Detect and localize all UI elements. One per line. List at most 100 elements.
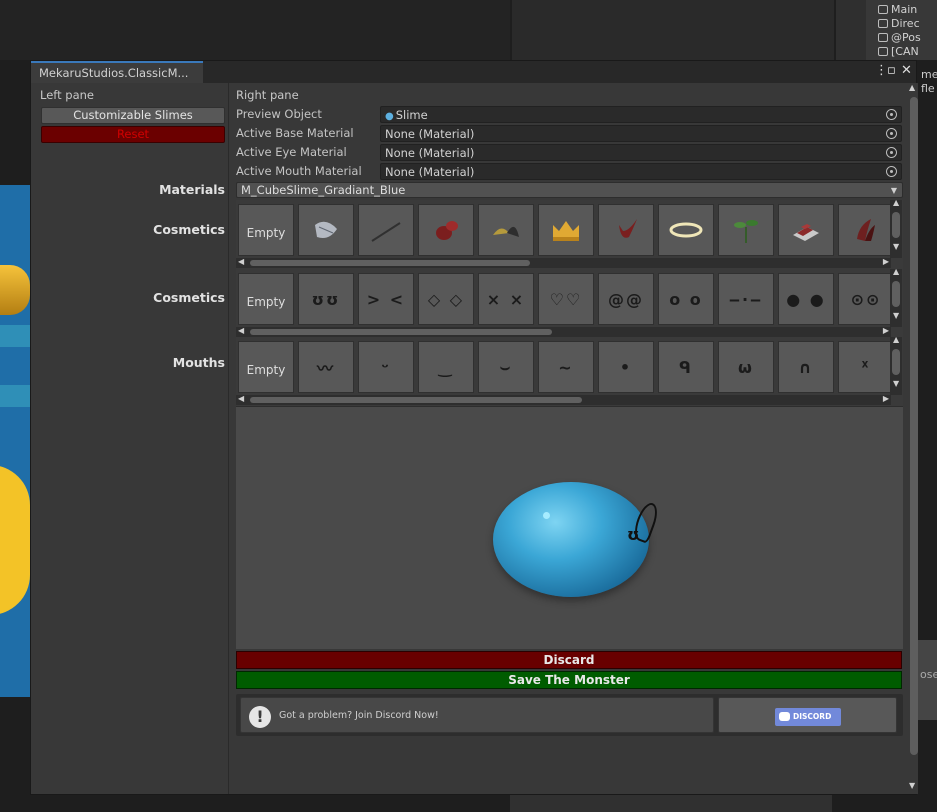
gameobject-icon [878,5,888,14]
hat-box-icon[interactable] [778,204,834,256]
gameobject-icon [878,33,888,42]
discord-logo: DISCORD [775,708,841,726]
base-material-row: Active Base Material None (Material) [236,125,903,142]
scroll-down-icon[interactable]: ▼ [893,379,899,388]
eye-cell[interactable]: ◇ ◇ [418,273,474,325]
mouth-cell[interactable]: ~ [538,341,594,393]
crown-icon[interactable] [538,204,594,256]
horn-icon[interactable] [598,204,654,256]
save-the-monster-button[interactable]: Save The Monster [236,671,902,689]
discord-button[interactable]: DISCORD [718,697,897,733]
scroll-up-icon[interactable]: ▲ [893,337,899,344]
boxing-glove-icon[interactable] [418,204,474,256]
eye-cell[interactable]: ♡♡ [538,273,594,325]
maximize-icon[interactable]: ▫ [887,63,896,78]
scroll-left-icon[interactable]: ◀ [238,394,244,403]
scroll-up-icon[interactable]: ▲ [893,200,899,207]
scroll-thumb[interactable] [892,212,900,238]
hierarchy-item[interactable]: Main [878,3,917,16]
slime-preview[interactable]: ʊ [236,406,903,649]
eyes-grid: Empty ʊʊ > < ◇ ◇ × × ♡♡ @@ o o ‒·‒ ● ● ⊙… [236,269,903,339]
scroll-thumb[interactable] [892,281,900,307]
scroll-thumb[interactable] [892,349,900,375]
editor-window: MekaruStudios.ClassicM... ⋮ ▫ ✕ Left pan… [30,60,918,795]
eye-cell[interactable]: o o [658,273,714,325]
reset-button[interactable]: Reset [41,126,225,143]
close-icon[interactable]: ✕ [901,63,912,78]
eye-cell[interactable]: ʊʊ [298,273,354,325]
horns-icon[interactable] [478,204,534,256]
editor-panel-c [836,0,866,60]
object-picker-icon[interactable] [886,147,897,158]
scroll-thumb[interactable] [250,397,582,403]
scroll-left-icon[interactable]: ◀ [238,326,244,335]
wand-icon[interactable] [358,204,414,256]
scroll-up-icon[interactable]: ▲ [909,83,915,92]
cosmetics-vertical-scrollbar[interactable]: ▲ ▼ [890,200,902,258]
base-material-field[interactable]: None (Material) [380,125,902,142]
eyes-vertical-scrollbar[interactable]: ▲ ▼ [890,269,902,327]
object-picker-icon[interactable] [886,166,897,177]
eye-material-field[interactable]: None (Material) [380,144,902,161]
property-label: Active Base Material [236,126,354,140]
wings-icon[interactable] [838,204,894,256]
eye-cell[interactable]: × × [478,273,534,325]
mouths-horizontal-scrollbar[interactable]: ◀ ▶ [236,394,891,405]
mouths-vertical-scrollbar[interactable]: ▲ ▼ [890,337,902,395]
object-picker-icon[interactable] [886,109,897,120]
umbrella-icon[interactable] [298,204,354,256]
preview-object-field[interactable]: ● Slime [380,106,902,123]
main-vertical-scrollbar[interactable]: ▲ ▼ [908,83,918,794]
mouths-label: Mouths [172,355,225,370]
mouth-cell[interactable]: ᵕ [358,341,414,393]
eye-cell[interactable]: @@ [598,273,654,325]
mouth-cell[interactable]: ᑫ [658,341,714,393]
scene-crown [0,265,30,315]
scroll-thumb[interactable] [250,260,530,266]
scroll-right-icon[interactable]: ▶ [883,326,889,335]
cosmetic-cell-empty[interactable]: Empty [238,204,294,256]
hierarchy-item[interactable]: [CAN [878,45,919,58]
halo-icon[interactable] [658,204,714,256]
cosmetics-horizontal-scrollbar[interactable]: ◀ ▶ [236,257,891,268]
property-label: Active Mouth Material [236,164,362,178]
editor-panel-a [0,0,510,60]
eye-cell-empty[interactable]: Empty [238,273,294,325]
slime-model [493,482,649,597]
mouth-cell[interactable]: ᕁ [838,341,894,393]
scroll-thumb[interactable] [250,329,552,335]
scroll-right-icon[interactable]: ▶ [883,394,889,403]
mouth-cell[interactable]: ω [718,341,774,393]
eye-cell[interactable]: ⊙⊙ [838,273,894,325]
discard-button[interactable]: Discard [236,651,902,669]
mouth-cell[interactable]: ⌣ [478,341,534,393]
mouth-cell[interactable]: ∩ [778,341,834,393]
eye-cell[interactable]: > < [358,273,414,325]
window-tab[interactable]: MekaruStudios.ClassicM... [31,61,203,83]
scene-stripe [0,385,30,407]
materials-dropdown[interactable]: M_CubeSlime_Gradiant_Blue ▼ [236,182,903,198]
sprout-icon[interactable] [718,204,774,256]
mouth-cell[interactable]: 〰 [298,341,354,393]
eyes-horizontal-scrollbar[interactable]: ◀ ▶ [236,326,891,337]
scroll-down-icon[interactable]: ▼ [909,781,915,790]
scroll-up-icon[interactable]: ▲ [893,269,899,276]
mouth-cell-empty[interactable]: Empty [238,341,294,393]
customizable-slimes-button[interactable]: Customizable Slimes [41,107,225,124]
mouth-material-field[interactable]: None (Material) [380,163,902,180]
hierarchy-item[interactable]: @Pos [878,31,921,44]
scroll-thumb[interactable] [910,97,918,755]
scroll-left-icon[interactable]: ◀ [238,257,244,266]
scroll-down-icon[interactable]: ▼ [893,311,899,320]
scroll-right-icon[interactable]: ▶ [883,257,889,266]
materials-label: Materials [159,182,225,197]
mouth-cell[interactable]: ‿ [418,341,474,393]
scroll-down-icon[interactable]: ▼ [893,242,899,251]
object-picker-icon[interactable] [886,128,897,139]
scene-stripe [0,325,30,347]
eye-cell[interactable]: ● ● [778,273,834,325]
mouth-cell[interactable]: • [598,341,654,393]
eye-cell[interactable]: ‒·‒ [718,273,774,325]
scene-view[interactable] [0,185,30,697]
hierarchy-item[interactable]: Direc [878,17,920,30]
